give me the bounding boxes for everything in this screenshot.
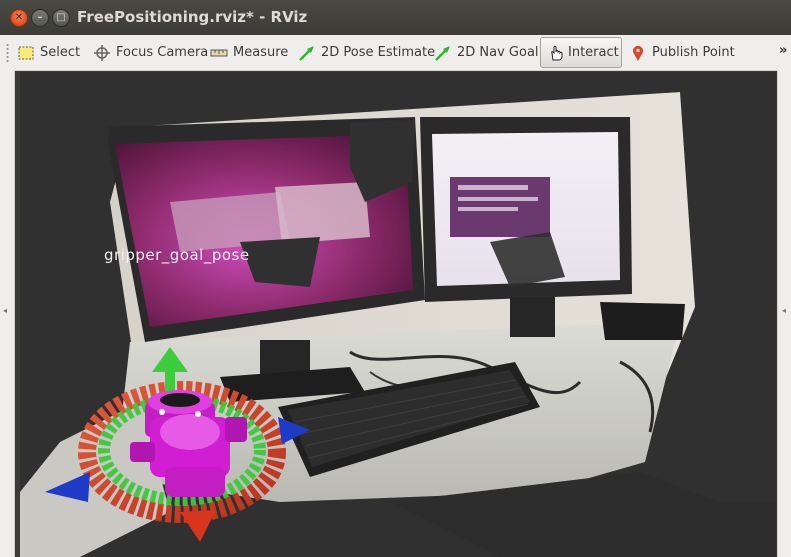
toolbar-overflow-button[interactable]: »: [779, 43, 787, 58]
tool-focus-camera[interactable]: Focus Camera: [93, 38, 208, 67]
tool-measure[interactable]: Measure: [210, 38, 288, 67]
crosshair-icon: [93, 44, 111, 62]
minimize-window-button[interactable]: –: [31, 9, 49, 27]
expand-left-panel-icon[interactable]: ◂: [3, 306, 7, 315]
green-arrow-icon: [298, 44, 316, 62]
window-title: FreePositioning.rviz* - RViz: [77, 8, 308, 26]
tool-2d-pose-estimate-label: 2D Pose Estimate: [321, 45, 436, 60]
ruler-icon: [210, 44, 228, 62]
expand-right-panel-icon[interactable]: ◂: [782, 306, 786, 315]
green-arrow-icon: [434, 44, 452, 62]
map-pin-icon: [629, 44, 647, 62]
close-icon: ✕: [14, 12, 24, 23]
tool-2d-nav-goal[interactable]: 2D Nav Goal: [434, 38, 539, 67]
tool-select[interactable]: Select: [17, 38, 80, 67]
left-dock-panel[interactable]: ◂: [0, 70, 15, 557]
right-dock-panel[interactable]: ◂: [777, 70, 791, 557]
tool-publish-point[interactable]: Publish Point: [629, 38, 735, 67]
tool-focus-camera-label: Focus Camera: [116, 45, 209, 60]
tool-2d-pose-estimate[interactable]: 2D Pose Estimate: [298, 38, 435, 67]
tool-select-label: Select: [40, 45, 81, 60]
tool-2d-nav-goal-label: 2D Nav Goal: [457, 45, 539, 60]
maximize-window-button[interactable]: □: [52, 9, 70, 27]
maximize-icon: □: [56, 12, 66, 23]
close-window-button[interactable]: ✕: [10, 9, 28, 27]
toolbar-grip[interactable]: [6, 43, 9, 63]
z-axis-arrow[interactable]: [180, 510, 216, 542]
tools-toolbar: Select Focus Camera Measure 2D Pose Esti…: [0, 35, 791, 71]
minimize-icon: –: [37, 12, 43, 23]
tool-interact-label: Interact: [568, 45, 619, 60]
tool-measure-label: Measure: [233, 45, 289, 60]
marker-text-label: gripper_goal_pose: [104, 246, 250, 264]
tool-interact[interactable]: Interact: [540, 37, 622, 68]
render-viewport[interactable]: gripper_goal_pose: [20, 72, 776, 557]
title-bar: ✕ – □ FreePositioning.rviz* - RViz: [0, 0, 791, 35]
tool-publish-point-label: Publish Point: [652, 45, 735, 60]
hand-cursor-icon: [547, 44, 565, 62]
point-cloud-scene: [20, 72, 776, 557]
select-icon: [17, 44, 35, 62]
